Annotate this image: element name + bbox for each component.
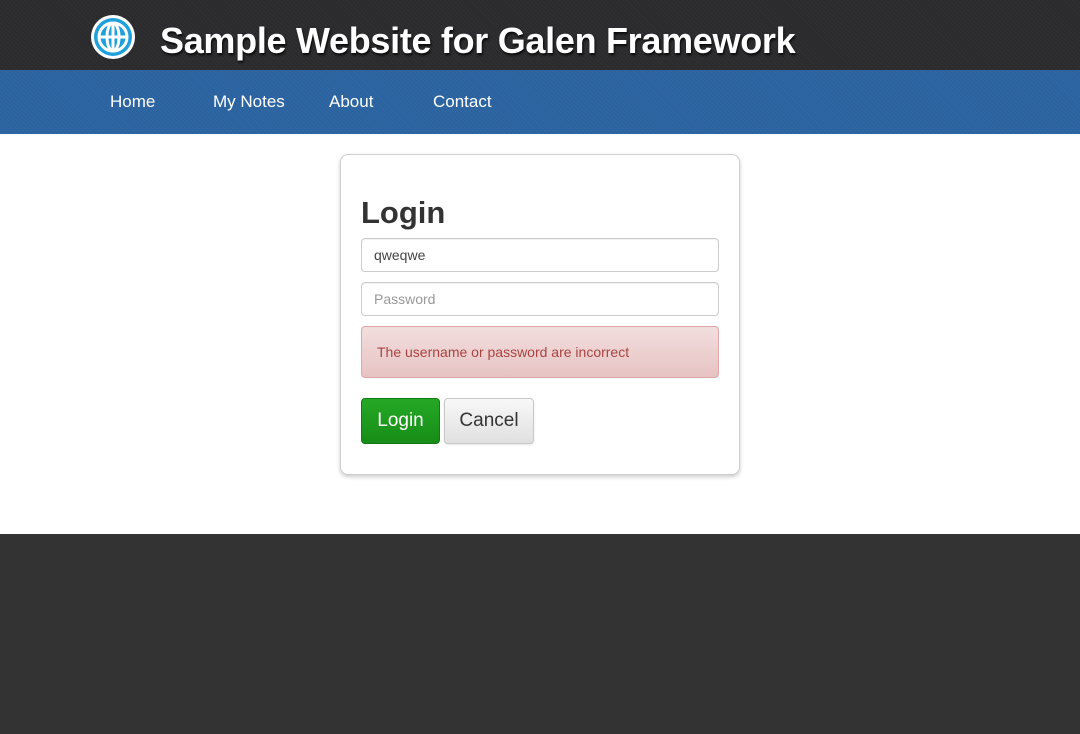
nav-item-about[interactable]: About <box>329 92 373 112</box>
site-title: Sample Website for Galen Framework <box>160 20 796 61</box>
site-header: Sample Website for Galen Framework <box>0 0 1080 70</box>
login-panel: Login The username or password are incor… <box>340 154 740 475</box>
site-footer <box>0 534 1080 734</box>
nav-item-contact[interactable]: Contact <box>433 92 492 112</box>
main-nav: Home My Notes About Contact <box>0 70 1080 134</box>
password-input[interactable] <box>361 282 719 316</box>
nav-item-my-notes[interactable]: My Notes <box>213 92 285 112</box>
error-alert: The username or password are incorrect <box>361 326 719 378</box>
login-button[interactable]: Login <box>361 398 440 444</box>
cancel-button[interactable]: Cancel <box>444 398 534 444</box>
globe-icon[interactable] <box>90 14 136 60</box>
login-title: Login <box>361 195 446 230</box>
username-input[interactable] <box>361 238 719 272</box>
main-content: Login The username or password are incor… <box>0 134 1080 534</box>
nav-item-home[interactable]: Home <box>110 92 155 112</box>
